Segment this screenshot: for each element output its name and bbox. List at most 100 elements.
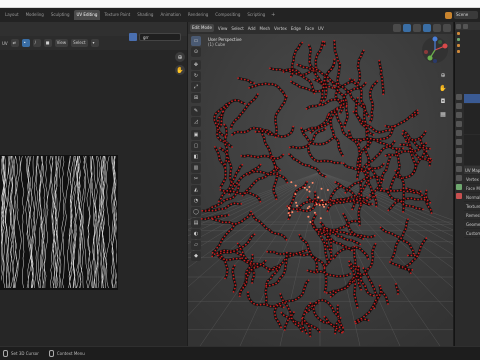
- uv-chevron-down-icon[interactable]: ▾: [90, 39, 99, 47]
- physics-tab-icon[interactable]: [456, 166, 462, 172]
- uv-editor-type-label[interactable]: UV: [2, 41, 8, 46]
- image-name-field[interactable]: grr: [139, 33, 181, 41]
- inset-tool-icon[interactable]: ▢: [191, 141, 201, 151]
- move-tool-icon[interactable]: ✥: [191, 60, 201, 70]
- filter-icon[interactable]: [463, 23, 468, 29]
- uv-canvas[interactable]: ⊕ ✋: [0, 50, 187, 346]
- menu-add[interactable]: Add: [248, 26, 256, 31]
- scale-tool-icon[interactable]: ⤢: [191, 82, 201, 92]
- uv-edge-select-button[interactable]: /: [32, 39, 41, 47]
- section-geometry-data[interactable]: Geometr: [464, 220, 480, 229]
- uv-navigation-controls: ⊕ ✋: [175, 52, 185, 75]
- menu-face[interactable]: Face: [305, 26, 314, 31]
- viewport-header: Edit Mode View Select Add Mesh Vertex Ed…: [188, 22, 453, 34]
- shape-keys-list[interactable]: [464, 135, 480, 165]
- uv-select-menu[interactable]: Select: [71, 39, 88, 47]
- tab-modeling[interactable]: Modeling: [23, 10, 47, 20]
- menu-edge[interactable]: Edge: [291, 26, 301, 31]
- data-tab-icon[interactable]: [456, 184, 462, 190]
- section-uv-maps[interactable]: UV Maps: [464, 166, 480, 175]
- section-remesh[interactable]: Remesh: [464, 211, 480, 220]
- camera-view-icon[interactable]: ◘: [438, 96, 448, 106]
- overlay-icon[interactable]: [393, 24, 401, 32]
- image-icon[interactable]: [129, 33, 137, 41]
- wireframe-shading-icon[interactable]: [413, 24, 421, 32]
- mesh-name-field[interactable]: [464, 94, 480, 103]
- properties-tabs: [455, 94, 463, 199]
- object-tab-icon[interactable]: [456, 139, 462, 145]
- material-shading-icon[interactable]: [433, 24, 441, 32]
- scene-tab-icon[interactable]: [456, 121, 462, 127]
- vertex-groups-list[interactable]: [464, 104, 480, 134]
- bevel-tool-icon[interactable]: ◧: [191, 152, 201, 162]
- xray-icon[interactable]: [403, 24, 411, 32]
- outliner-row[interactable]: [455, 48, 480, 54]
- tab-animation[interactable]: Animation: [157, 10, 183, 20]
- mode-selector[interactable]: Edit Mode: [190, 24, 214, 32]
- tab-shading[interactable]: Shading: [134, 10, 156, 20]
- material-tab-icon[interactable]: [456, 193, 462, 199]
- uv-view-menu[interactable]: View: [54, 39, 69, 47]
- transform-tool-icon[interactable]: ⊞: [191, 93, 201, 103]
- world-tab-icon[interactable]: [456, 130, 462, 136]
- viewport-info-text: User Perspective (1) Cube: [208, 37, 242, 47]
- annotate-tool-icon[interactable]: ✎: [191, 106, 201, 116]
- menu-vertex[interactable]: Vertex: [274, 26, 287, 31]
- section-normals[interactable]: Normals: [464, 193, 480, 202]
- uv-face-select-button[interactable]: ■: [43, 39, 52, 47]
- menu-uv[interactable]: UV: [318, 26, 324, 31]
- mouse-right-icon: [48, 350, 54, 357]
- tool-shelf: ▭ ⊙ ✥ ↻ ⤢ ⊞ ✎ ◿ ▣ ▢ ◧ ▥ ✂ ◭ ◔ ◯ ▤ ◐ ▱ ◆: [191, 36, 201, 261]
- edge-slide-tool-icon[interactable]: ▤: [191, 218, 201, 228]
- knife-tool-icon[interactable]: ✂: [191, 174, 201, 184]
- add-workspace-icon[interactable]: +: [271, 12, 275, 18]
- section-texture-space[interactable]: Texture: [464, 202, 480, 211]
- shear-tool-icon[interactable]: ▱: [191, 240, 201, 250]
- constraints-tab-icon[interactable]: [456, 175, 462, 181]
- rip-region-tool-icon[interactable]: ◆: [191, 251, 201, 261]
- uv-pan-hand-icon[interactable]: ✋: [175, 65, 185, 75]
- cursor-tool-icon[interactable]: ⊙: [191, 47, 201, 57]
- grid-view-icon[interactable]: ▦: [438, 109, 448, 119]
- navigation-gizmo[interactable]: [421, 36, 449, 64]
- status-hint-cursor: Set 3D Cursor: [3, 350, 39, 357]
- render-tab-icon[interactable]: [456, 103, 462, 109]
- section-face-maps[interactable]: Face M: [464, 184, 480, 193]
- rendered-shading-icon[interactable]: [443, 24, 451, 32]
- menu-mesh[interactable]: Mesh: [260, 26, 271, 31]
- tab-uv-editing[interactable]: UV Editing: [73, 10, 101, 20]
- extrude-tool-icon[interactable]: ▣: [191, 130, 201, 140]
- solid-shading-icon[interactable]: [423, 24, 431, 32]
- uv-vertex-select-button[interactable]: •: [21, 39, 30, 47]
- output-tab-icon[interactable]: [456, 112, 462, 118]
- tab-compositing[interactable]: Compositing: [212, 10, 243, 20]
- tool-tab-icon[interactable]: [456, 94, 462, 100]
- particles-tab-icon[interactable]: [456, 157, 462, 163]
- tab-sculpting[interactable]: Sculpting: [48, 10, 73, 20]
- tab-scripting[interactable]: Scripting: [244, 10, 268, 20]
- menu-view[interactable]: View: [218, 26, 228, 31]
- scene-icon[interactable]: [445, 11, 452, 19]
- shrink-fatten-tool-icon[interactable]: ◐: [191, 229, 201, 239]
- tab-layout[interactable]: Layout: [2, 10, 22, 20]
- tab-rendering[interactable]: Rendering: [185, 10, 211, 20]
- outliner-icon[interactable]: [456, 23, 461, 29]
- select-box-tool-icon[interactable]: ▭: [191, 36, 201, 46]
- pan-hand-icon[interactable]: ✋: [438, 83, 448, 93]
- zoom-icon[interactable]: ⊕: [438, 70, 448, 80]
- menu-select[interactable]: Select: [231, 26, 243, 31]
- smooth-tool-icon[interactable]: ◯: [191, 207, 201, 217]
- poly-build-tool-icon[interactable]: ◭: [191, 185, 201, 195]
- uv-zoom-icon[interactable]: ⊕: [175, 52, 185, 62]
- scene-name-field[interactable]: Scene: [454, 11, 478, 19]
- spin-tool-icon[interactable]: ◔: [191, 196, 201, 206]
- modifier-tab-icon[interactable]: [456, 148, 462, 154]
- section-vertex[interactable]: Vertex: [464, 175, 480, 184]
- measure-tool-icon[interactable]: ◿: [191, 117, 201, 127]
- rotate-tool-icon[interactable]: ↻: [191, 71, 201, 81]
- uv-sync-selection-button[interactable]: ⇄: [10, 39, 19, 47]
- section-custom-properties[interactable]: Custom: [464, 229, 480, 238]
- loop-cut-tool-icon[interactable]: ▥: [191, 163, 201, 173]
- 3d-viewport[interactable]: Edit Mode View Select Add Mesh Vertex Ed…: [188, 22, 453, 346]
- tab-texture-paint[interactable]: Texture Paint: [101, 10, 133, 20]
